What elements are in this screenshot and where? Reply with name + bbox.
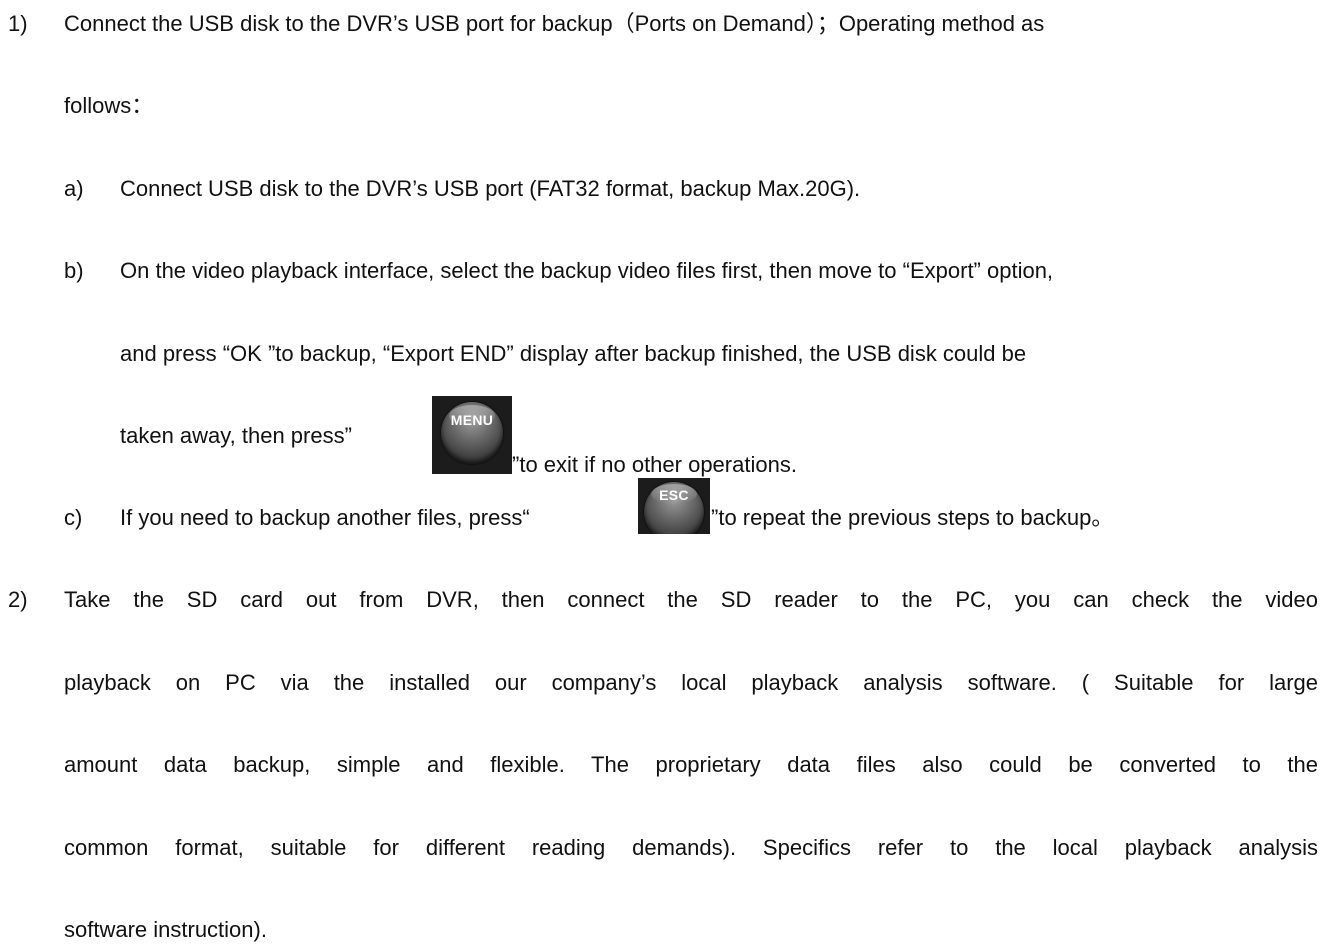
item-2-line-2: playback on PC via the installed our com… <box>64 670 1318 695</box>
item-1c-before: If you need to backup another files, pre… <box>120 505 530 530</box>
item-1b-line-2: and press “OK ”to backup, “Export END” d… <box>120 341 1027 366</box>
item-1a-text: Connect USB disk to the DVR’s USB port (… <box>120 176 861 201</box>
esc-button-icon: ESC <box>638 478 710 534</box>
item-1-line-2: follows： <box>64 93 154 118</box>
item-1b-line-3-before: taken away, then press” <box>120 423 352 448</box>
list-marker-1a: a) <box>64 176 84 201</box>
list-marker-1: 1) <box>8 11 28 36</box>
item-2-line-4: common format, suitable for different re… <box>64 835 1318 860</box>
esc-button-label: ESC <box>659 487 689 503</box>
item-1c-after: ”to repeat the previous steps to backup。 <box>711 505 1114 530</box>
item-2-line-3: amount data backup, simple and flexible.… <box>64 752 1318 777</box>
item-1-line-1: Connect the USB disk to the DVR’s USB po… <box>64 11 1045 36</box>
menu-button-icon: MENU <box>432 396 512 474</box>
item-1b-line-3-after: ”to exit if no other operations. <box>512 452 797 477</box>
list-marker-1c: c) <box>64 505 83 530</box>
item-1b-line-3: taken away, then press” <box>120 423 352 449</box>
menu-button-label: MENU <box>450 412 494 428</box>
item-2-line-5: software instruction). <box>64 917 267 942</box>
item-2-line-1: Take the SD card out from DVR, then conn… <box>64 587 1318 612</box>
list-marker-1b: b) <box>64 258 84 283</box>
list-marker-2: 2) <box>8 587 28 612</box>
item-1b-line-1: On the video playback interface, select … <box>120 258 1054 283</box>
